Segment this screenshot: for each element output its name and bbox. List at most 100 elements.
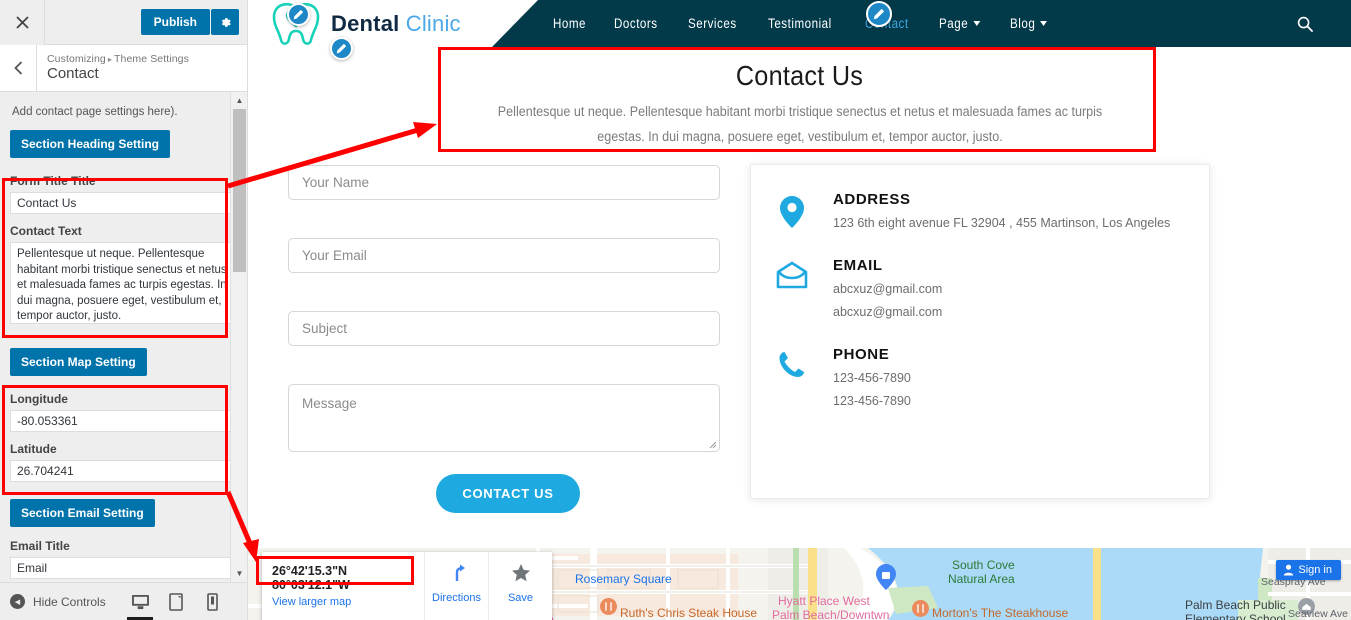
scrollbar-thumb[interactable] [233, 109, 246, 272]
nav-item-blog[interactable]: Blog [1010, 16, 1047, 31]
panel-description: Add contact page settings here). [12, 106, 178, 118]
map-directions-button[interactable]: Directions [424, 552, 488, 620]
nav-item-services[interactable]: Services [688, 16, 737, 31]
edit-logo-pencil-button[interactable] [287, 3, 310, 26]
back-button[interactable] [0, 45, 37, 91]
email-line-2[interactable]: abcxuz@gmail.com [833, 301, 942, 324]
subject-input[interactable]: Subject [288, 310, 720, 346]
section-heading-setting-button[interactable]: Section Heading Setting [10, 130, 171, 159]
customizer-footer: ◀ Hide Controls [0, 582, 247, 620]
info-text-email: EMAIL abcxuz@gmail.com abcxuz@gmail.com [833, 257, 942, 324]
edit-section-pencil-button[interactable] [330, 37, 353, 60]
device-preview-switcher [127, 588, 237, 620]
map-info-card: 26°42'15.3"N 80°03'12.1"W View larger ma… [262, 552, 552, 620]
site-preview: Dental Clinic Home Doctors Services Test… [248, 0, 1351, 620]
view-larger-map-link[interactable]: View larger map [272, 596, 351, 608]
phone-line-2[interactable]: 123-456-7890 [833, 390, 911, 413]
google-map[interactable]: Rosemary Square Ruth's Chris Steak House… [248, 548, 1351, 620]
info-text-phone: PHONE 123-456-7890 123-456-7890 [833, 346, 911, 413]
hide-controls-button[interactable]: ◀ Hide Controls [10, 594, 106, 609]
address-title: ADDRESS [833, 190, 911, 208]
scroll-down-arrow-icon[interactable]: ▼ [231, 565, 247, 582]
info-row-email: EMAIL abcxuz@gmail.com abcxuz@gmail.com [769, 257, 1187, 324]
scroll-up-arrow-icon[interactable]: ▲ [231, 92, 247, 109]
nav-item-testimonial[interactable]: Testimonial [768, 16, 832, 31]
contact-text-textarea[interactable]: Pellentesque ut neque. Pellentesque habi… [10, 242, 235, 325]
latitude-input[interactable] [10, 460, 235, 483]
field-contact-text: Contact Text Pellentesque ut neque. Pell… [10, 224, 235, 329]
brand-text: Dental Clinic [331, 11, 461, 37]
sidebar-scrollbar[interactable]: ▲ ▼ [230, 92, 247, 582]
tablet-icon [169, 592, 183, 611]
email-line-1[interactable]: abcxuz@gmail.com [833, 278, 942, 301]
pencil-icon [336, 43, 347, 54]
nav-item-page[interactable]: Page [939, 16, 980, 31]
form-title-input[interactable] [10, 192, 235, 215]
nav-item-doctors[interactable]: Doctors [614, 16, 658, 31]
resize-grip-icon[interactable] [708, 440, 717, 449]
section-heading: Contact Us Pellentesque ut neque. Pellen… [248, 47, 1351, 160]
customizer-topbar: Publish [0, 0, 247, 45]
device-tablet-button[interactable] [165, 588, 187, 616]
nav-item-home[interactable]: Home [553, 16, 586, 31]
contact-text-label: Contact Text [10, 224, 82, 239]
form-title-group: Form Title Title Contact Text Pellentesq… [4, 170, 241, 339]
breadcrumb-current[interactable]: Theme Settings [114, 53, 189, 65]
nav-item-page-label: Page [938, 16, 968, 31]
section-subtitle: Pellentesque ut neque. Pellentesque habi… [497, 104, 1102, 144]
brand-word-2: Clinic [405, 10, 461, 36]
submit-contact-button[interactable]: CONTACT US [436, 473, 580, 513]
map-pin-rosemary-square[interactable] [876, 564, 896, 590]
field-longitude: Longitude [10, 392, 235, 433]
map-coordinates-group: Longitude Latitude [4, 388, 241, 492]
contact-content: Your Name Your Email Subject Message CON… [248, 160, 1351, 513]
location-pin-icon [769, 191, 815, 229]
customizer-sidebar: Publish Customizing ▸ Theme Settings Conta… [0, 0, 248, 620]
chevron-down-icon [1039, 21, 1047, 26]
gear-icon[interactable] [211, 9, 239, 35]
star-icon [511, 564, 530, 582]
breadcrumb: Customizing ▸ Theme Settings [47, 53, 189, 65]
close-customizer-button[interactable] [0, 0, 45, 45]
map-save-button[interactable]: Save [488, 552, 552, 620]
map-sign-in-button[interactable]: Sign in [1276, 560, 1341, 580]
section-title: Contact Us [735, 60, 864, 91]
phone-line-1[interactable]: 123-456-7890 [833, 367, 911, 390]
search-button[interactable] [1297, 0, 1313, 47]
phone-title: PHONE [833, 346, 890, 364]
info-row-phone: PHONE 123-456-7890 123-456-7890 [769, 346, 1187, 413]
longitude-input[interactable] [10, 410, 235, 433]
desktop-icon [131, 594, 149, 609]
person-icon [1284, 564, 1294, 576]
map-actions: Directions Save [424, 552, 552, 620]
map-pin-mortons[interactable] [912, 600, 929, 620]
name-input[interactable]: Your Name [288, 164, 720, 200]
publish-button[interactable]: Publish [140, 9, 210, 35]
device-desktop-button[interactable] [127, 588, 153, 620]
map-pin-ruths-chris[interactable] [600, 598, 617, 620]
map-pin-school[interactable] [1298, 598, 1315, 620]
site-navigation: Home Doctors Services Testimonial Contac… [553, 0, 1053, 47]
panel-titles: Customizing ▸ Theme Settings Contact [37, 45, 189, 91]
site-header: Dental Clinic Home Doctors Services Test… [248, 0, 1351, 47]
message-textarea[interactable]: Message [288, 383, 720, 452]
page-title: Contact [47, 65, 99, 82]
email-title-input[interactable] [10, 557, 235, 580]
info-text-address: ADDRESS 123 6th eight avenue FL 32904 , … [833, 191, 1170, 235]
close-icon [15, 15, 29, 29]
section-map-setting-button[interactable]: Section Map Setting [10, 348, 147, 377]
directions-icon [455, 564, 465, 581]
edit-menu-pencil-button[interactable] [866, 1, 892, 27]
breadcrumb-root[interactable]: Customizing [47, 53, 106, 65]
phone-icon [769, 346, 815, 380]
save-label: Save [507, 592, 534, 604]
device-mobile-button[interactable] [201, 588, 223, 616]
pencil-icon [873, 8, 885, 20]
directions-label: Directions [432, 592, 481, 604]
envelope-icon [769, 257, 815, 289]
section-email-setting-button[interactable]: Section Email Setting [10, 499, 155, 528]
customizer-panel-header: Customizing ▸ Theme Settings Contact [0, 45, 247, 92]
field-form-title: Form Title Title [10, 174, 235, 215]
customizer-body: Add contact page settings here). Section… [0, 92, 247, 582]
email-input[interactable]: Your Email [288, 237, 720, 273]
